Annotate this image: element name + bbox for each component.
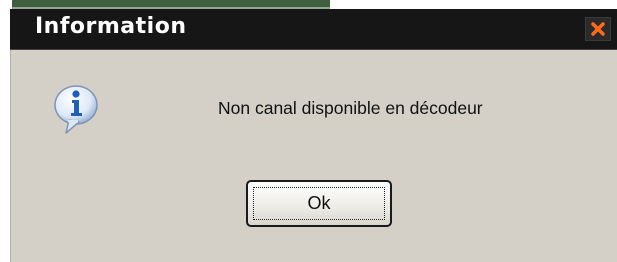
dialog-body: Non canal disponible en décodeur Ok: [10, 50, 617, 262]
dialog-title: Information: [35, 14, 187, 39]
ok-button-label: Ok: [307, 193, 331, 213]
information-dialog: Information Non canal disponible en déco…: [10, 9, 617, 262]
dialog-message: Non canal disponible en décodeur: [218, 98, 483, 118]
dialog-titlebar[interactable]: Information: [10, 9, 617, 50]
info-speech-bubble-icon: [54, 85, 98, 134]
close-x-icon: [591, 22, 605, 36]
close-button[interactable]: [585, 17, 611, 41]
background-window-edge: [12, 0, 330, 9]
ok-button[interactable]: Ok: [246, 180, 392, 227]
